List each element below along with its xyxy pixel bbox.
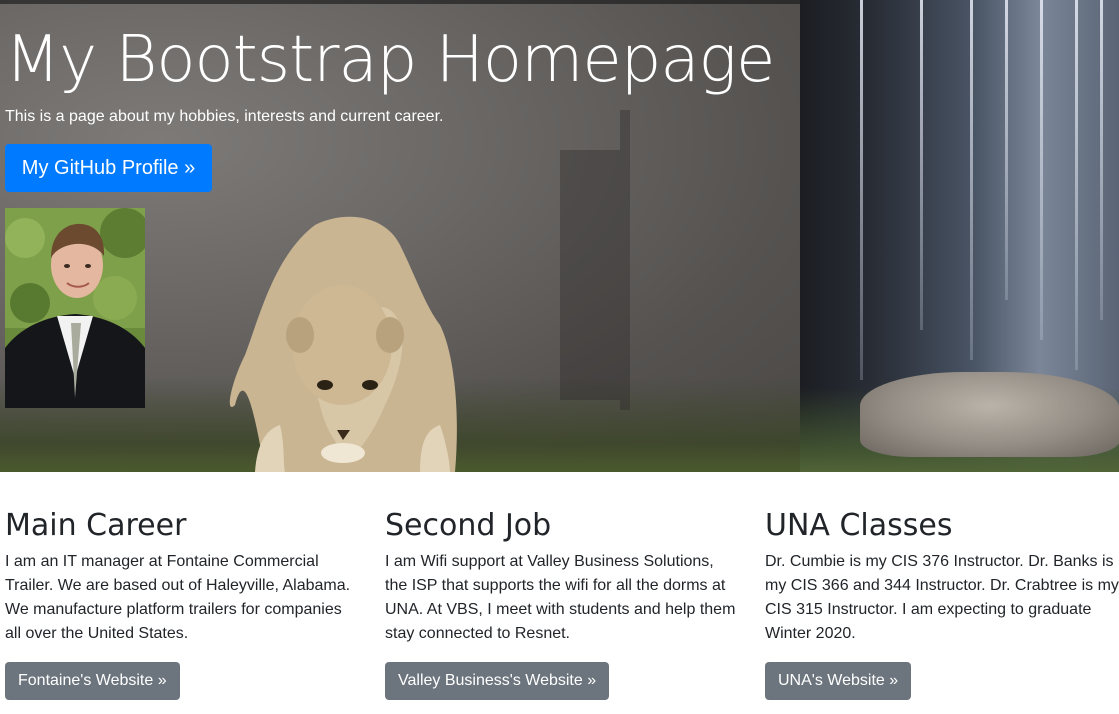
- hero-lead-text: This is a page about my hobbies, interes…: [5, 108, 444, 125]
- column-text: I am Wifi support at Valley Business Sol…: [385, 553, 736, 642]
- column-text: I am an IT manager at Fontaine Commercia…: [5, 553, 351, 642]
- column-heading: Second Job: [385, 508, 552, 543]
- fontaine-website-button[interactable]: Fontaine's Website »: [5, 662, 180, 700]
- column-heading: UNA Classes: [765, 508, 953, 543]
- valley-business-website-button[interactable]: Valley Business's Website »: [385, 662, 610, 700]
- column-text: Dr. Cumbie is my CIS 376 Instructor. Dr.…: [765, 553, 1119, 642]
- lioness-image: [229, 216, 457, 472]
- una-website-button[interactable]: UNA's Website »: [765, 662, 912, 700]
- column-heading: Main Career: [5, 508, 187, 543]
- jumbotron-hero: My Bootstrap Homepage This is a page abo…: [0, 0, 1119, 472]
- page-title: My Bootstrap Homepage: [5, 23, 775, 97]
- profile-photo: [5, 208, 145, 408]
- content-columns: Main Career I am an IT manager at Fontai…: [0, 472, 1119, 714]
- github-profile-button[interactable]: My GitHub Profile »: [5, 144, 212, 192]
- hero-rock: [860, 372, 1119, 457]
